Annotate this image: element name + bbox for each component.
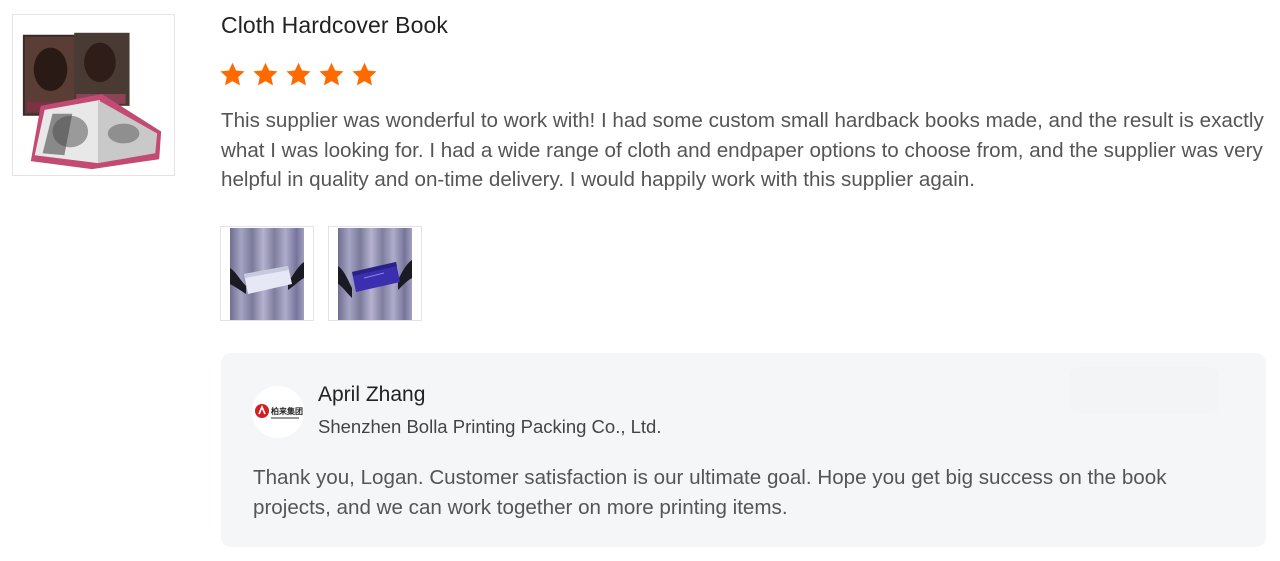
supplier-avatar: 柏来集团 (252, 386, 304, 438)
blue-book-photo-icon (338, 227, 412, 320)
book-photo-thumbnail-icon (13, 15, 174, 175)
star-icon (220, 62, 245, 86)
product-title[interactable]: Cloth Hardcover Book (221, 12, 448, 39)
star-icon (253, 62, 278, 86)
review-photo-2[interactable] (328, 226, 422, 321)
review-photo-1[interactable] (220, 226, 314, 321)
supplier-company[interactable]: Shenzhen Bolla Printing Packing Co., Ltd… (318, 416, 662, 438)
star-icon (319, 62, 344, 86)
review-text: This supplier was wonderful to work with… (221, 109, 1264, 191)
review-photos (220, 226, 422, 321)
star-rating (219, 61, 378, 88)
logo-text: 柏来集团 (271, 406, 303, 416)
product-thumbnail[interactable] (12, 14, 175, 176)
reply-background-shape (1069, 367, 1219, 413)
star-icon (352, 62, 377, 86)
star-icon (286, 62, 311, 86)
reply-text: Thank you, Logan. Customer satisfaction … (253, 466, 1167, 519)
review-card: Cloth Hardcover Book This supplier was w… (0, 0, 1280, 561)
supplier-name: April Zhang (318, 383, 426, 406)
supplier-reply: 柏来集团 April Zhang Shenzhen Bolla Printing… (221, 353, 1266, 547)
white-book-photo-icon (230, 227, 304, 320)
bolla-logo-icon: 柏来集团 (252, 386, 304, 438)
